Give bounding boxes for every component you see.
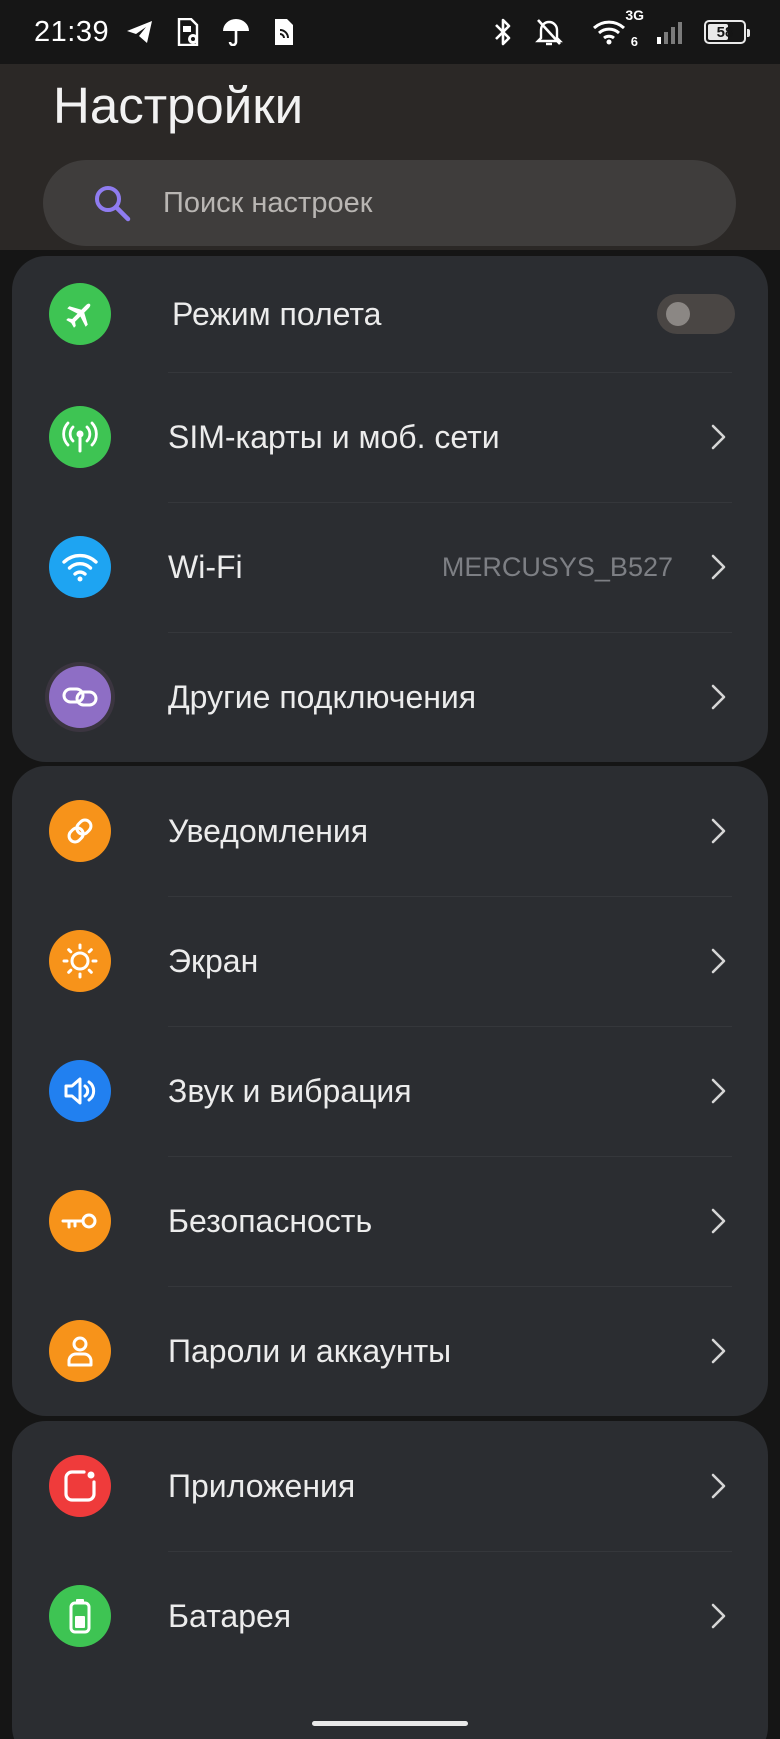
battery-icon <box>49 1585 111 1647</box>
settings-item-passwords-accounts[interactable]: Пароли и аккаунты <box>12 1286 768 1416</box>
item-label: Звук и вибрация <box>168 1072 412 1109</box>
chevron-right-icon <box>711 1078 726 1104</box>
chevron-right-icon <box>711 948 726 974</box>
settings-item-airplane-mode[interactable]: Режим полета <box>12 256 768 372</box>
chevron-right-icon <box>711 1338 726 1364</box>
settings-item-security[interactable]: Безопасность <box>12 1156 768 1286</box>
notification-icons <box>125 17 299 47</box>
chevron-right-icon <box>711 818 726 844</box>
sim-settings-icon <box>173 17 203 47</box>
settings-item-display[interactable]: Экран <box>12 896 768 1026</box>
link-icon <box>49 666 111 728</box>
item-label: Wi-Fi <box>168 548 243 585</box>
item-label: Режим полета <box>172 295 382 332</box>
settings-header: Настройки <box>0 64 780 250</box>
chevron-right-icon <box>711 554 726 580</box>
search-input[interactable] <box>163 186 613 220</box>
wifi-signal-icon: 6 3G <box>580 7 644 49</box>
wifi-6-label: 6 <box>630 34 638 49</box>
telegram-icon <box>125 17 155 47</box>
search-icon <box>91 182 133 224</box>
search-bar[interactable] <box>43 160 736 246</box>
battery-level: 58 <box>716 23 734 41</box>
bluetooth-icon <box>488 17 518 47</box>
umbrella-icon <box>221 17 251 47</box>
apps-group: Приложения Батарея <box>12 1421 768 1739</box>
person-icon <box>49 1320 111 1382</box>
item-label: Уведомления <box>168 812 369 849</box>
cell-signal-icon <box>654 17 684 47</box>
settings-item-battery[interactable]: Батарея <box>12 1551 768 1681</box>
item-label: Приложения <box>168 1467 356 1504</box>
settings-item-notifications[interactable]: Уведомления <box>12 766 768 896</box>
item-label: Безопасность <box>168 1202 373 1239</box>
airplane-icon <box>49 283 111 345</box>
chevron-right-icon <box>711 1603 726 1629</box>
apps-icon <box>49 1455 111 1517</box>
status-time: 21:39 <box>34 15 110 48</box>
settings-item-apps[interactable]: Приложения <box>12 1421 768 1551</box>
item-label: Экран <box>168 942 259 979</box>
chevron-right-icon <box>711 1473 726 1499</box>
device-group: Уведомления Экран Звук и вибрация Безопа… <box>12 766 768 1416</box>
notification-link-icon <box>49 800 111 862</box>
nfc-card-icon <box>269 17 299 47</box>
wifi-network-name: MERCUSYS_B527 <box>441 551 673 582</box>
system-icons: 6 3G 58 <box>488 7 750 49</box>
speaker-icon <box>49 1060 111 1122</box>
settings-screen: 21:39 6 3G 58 Настройки Поиск настроек Р… <box>0 0 780 1739</box>
status-bar: 21:39 6 3G 58 <box>0 0 780 64</box>
home-indicator[interactable] <box>312 1721 468 1726</box>
item-label: Другие подключения <box>168 678 477 715</box>
settings-item-sound[interactable]: Звук и вибрация <box>12 1026 768 1156</box>
battery-indicator: 58 <box>704 20 750 44</box>
sun-icon <box>49 930 111 992</box>
chevron-right-icon <box>711 424 726 450</box>
network-type-label: 3G <box>625 7 644 23</box>
key-icon <box>49 1190 111 1252</box>
page-title: Настройки <box>53 77 304 134</box>
airplane-mode-toggle[interactable] <box>657 294 735 334</box>
settings-item-wifi[interactable]: Wi-Fi MERCUSYS_B527 <box>12 502 768 632</box>
wifi-icon <box>49 536 111 598</box>
settings-item-other-connections[interactable]: Другие подключения <box>12 632 768 762</box>
chevron-right-icon <box>711 1208 726 1234</box>
item-label: Батарея <box>168 1597 292 1634</box>
toggle-knob <box>666 302 690 326</box>
antenna-icon <box>49 406 111 468</box>
settings-item-sim-cards[interactable]: SIM-карты и моб. сети <box>12 372 768 502</box>
connections-group: Режим полета SIM-карты и моб. сети Wi-Fi… <box>12 256 768 762</box>
item-label: SIM-карты и моб. сети <box>168 418 500 455</box>
item-label: Пароли и аккаунты <box>168 1332 452 1369</box>
chevron-right-icon <box>711 684 726 710</box>
bell-off-icon <box>534 17 564 47</box>
